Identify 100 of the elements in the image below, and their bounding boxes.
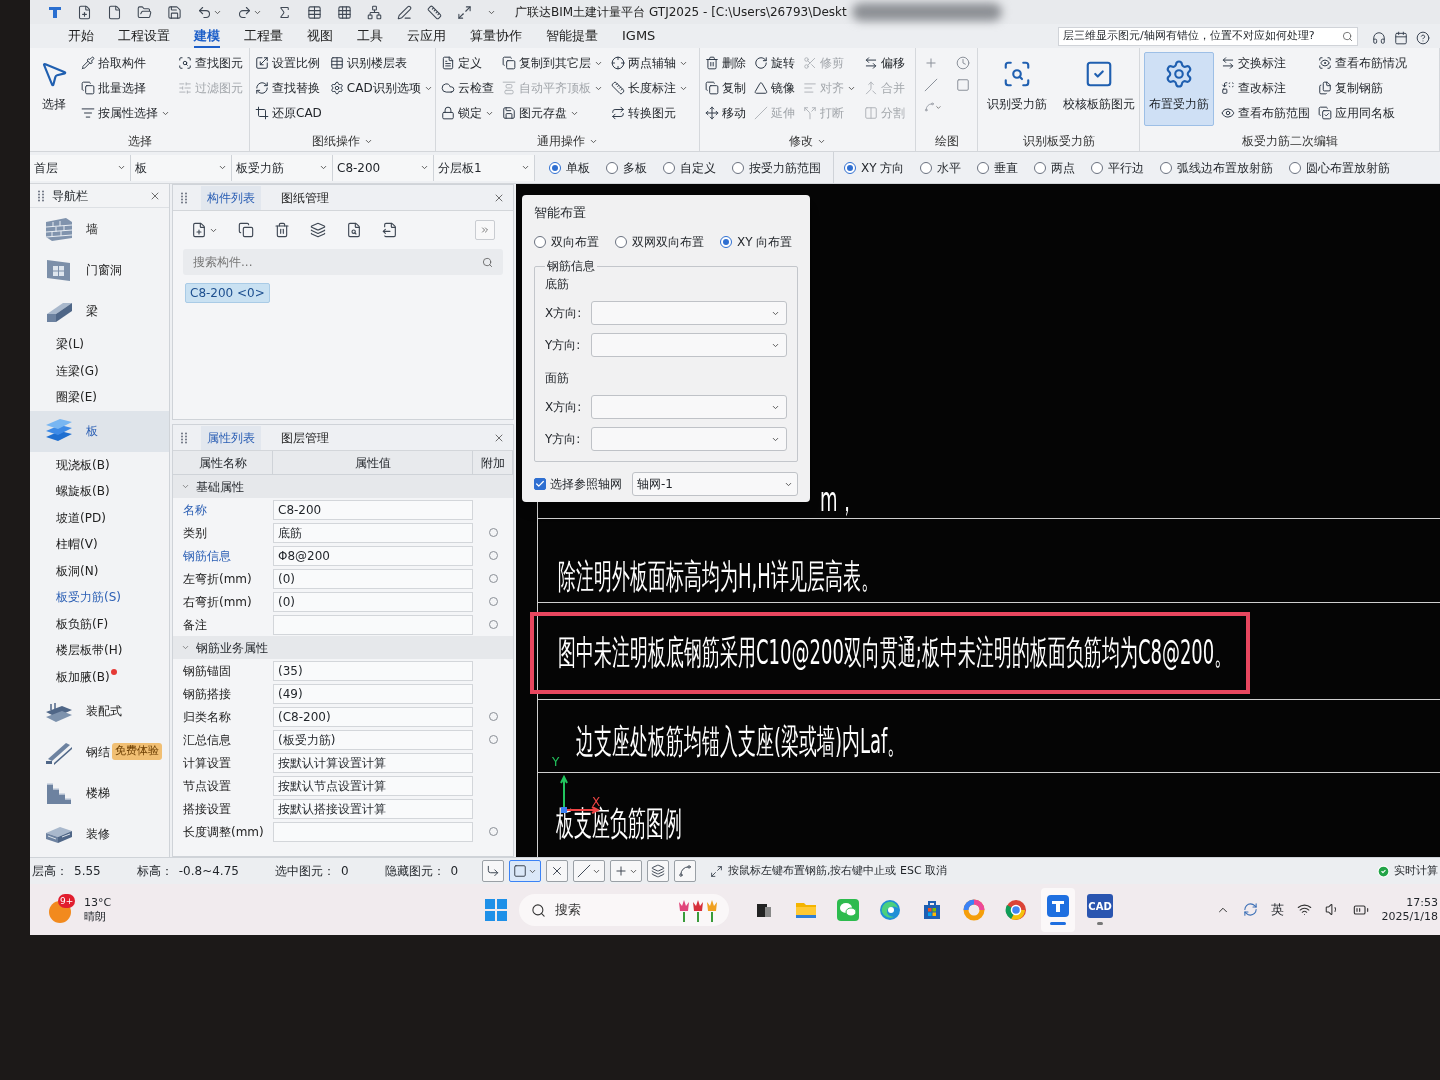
ribbon-button[interactable]: 交换标注 bbox=[1220, 52, 1311, 74]
nav-category[interactable]: 梁 bbox=[30, 290, 169, 331]
menu-tab[interactable]: 工具 bbox=[357, 26, 383, 48]
folder-icon[interactable] bbox=[137, 4, 152, 20]
diagonal-arrows-icon[interactable] bbox=[457, 4, 472, 20]
app-logo-icon[interactable] bbox=[48, 5, 62, 19]
dropdown-field[interactable]: 轴网-1 bbox=[632, 472, 798, 496]
save-icon[interactable] bbox=[167, 4, 182, 20]
panel-tab[interactable]: 构件列表 bbox=[201, 185, 261, 210]
drawing-mode-button[interactable] bbox=[482, 860, 504, 882]
property-value-field[interactable]: (C8-200) bbox=[273, 706, 473, 727]
ribbon-button[interactable]: 两点辅轴 bbox=[610, 52, 689, 74]
file-export-icon[interactable] bbox=[382, 222, 398, 238]
ribbon-button[interactable]: 云检查 bbox=[440, 77, 495, 99]
dropdown-field[interactable] bbox=[591, 427, 787, 451]
drawing-mode-button[interactable] bbox=[647, 860, 669, 882]
property-value-field[interactable]: 按默认计算设置计算 bbox=[273, 752, 473, 773]
ribbon-large-button[interactable]: 校核板筋图元 bbox=[1058, 52, 1140, 126]
ribbon-button[interactable]: 长度标注 bbox=[610, 77, 689, 99]
nav-item[interactable]: 板洞(N) bbox=[30, 557, 169, 584]
property-value-field[interactable] bbox=[273, 821, 473, 842]
property-value-field[interactable]: (板受力筋) bbox=[273, 729, 473, 750]
menu-tab[interactable]: IGMS bbox=[622, 26, 656, 48]
menu-tab[interactable]: 智能提量 bbox=[546, 26, 598, 48]
layers-icon[interactable] bbox=[310, 222, 326, 238]
ribbon-button[interactable]: 复制到其它层 bbox=[501, 52, 604, 74]
ruler-icon[interactable] bbox=[427, 4, 442, 20]
ribbon-button[interactable]: 查改标注 bbox=[1220, 77, 1311, 99]
ribbon-button[interactable]: 应用同名板 bbox=[1317, 102, 1408, 124]
search-field[interactable]: 搜索构件... bbox=[183, 249, 503, 275]
panel-tab[interactable]: 属性列表 bbox=[201, 425, 261, 450]
nav-category[interactable]: 门窗洞 bbox=[30, 249, 169, 290]
new-file-icon[interactable] bbox=[191, 222, 207, 238]
drawing-mode-button[interactable] bbox=[509, 860, 541, 882]
dropdown[interactable]: C8-200 bbox=[333, 154, 434, 181]
grid-icon[interactable] bbox=[337, 4, 352, 20]
ribbon-button[interactable]: 查找替换 bbox=[254, 77, 323, 99]
table-icon[interactable] bbox=[307, 4, 322, 20]
ribbon-button[interactable]: 锁定 bbox=[440, 102, 495, 124]
radio-button[interactable]: 圆心布置放射筋 bbox=[1289, 158, 1391, 177]
property-value-field[interactable]: Φ8@200 bbox=[273, 545, 473, 566]
radio-button[interactable]: 双向布置 bbox=[534, 233, 599, 251]
input-method-indicator[interactable]: 英 bbox=[1270, 899, 1284, 920]
line-icon[interactable] bbox=[924, 78, 938, 92]
ribbon-button[interactable]: 镜像 bbox=[753, 77, 796, 99]
nav-category[interactable]: 装修 bbox=[30, 813, 169, 854]
drag-handle-icon[interactable] bbox=[181, 191, 187, 204]
radio-button[interactable]: 按受力筋范围 bbox=[732, 158, 821, 177]
nav-category[interactable]: 装配式 bbox=[30, 690, 169, 731]
file-icon[interactable] bbox=[107, 4, 122, 20]
help-search-field[interactable]: 层三维显示图元/轴网有错位，位置不对应如何处理? bbox=[1058, 27, 1358, 46]
ribbon-button[interactable]: 拾取构件 bbox=[80, 52, 171, 74]
property-value-field[interactable]: 按默认节点设置计算 bbox=[273, 775, 473, 796]
dropdown-field[interactable] bbox=[591, 333, 787, 357]
ribbon-button[interactable]: 复制 bbox=[704, 77, 747, 99]
drawing-mode-button[interactable] bbox=[674, 860, 696, 882]
sync-icon[interactable] bbox=[1242, 902, 1258, 917]
nav-category[interactable]: 板 bbox=[30, 410, 169, 452]
checkbox[interactable]: 选择参照轴网 bbox=[534, 475, 622, 493]
nav-item[interactable]: 梁(L) bbox=[30, 331, 169, 358]
radio-button[interactable]: 平行边 bbox=[1091, 158, 1145, 177]
drawing-mode-button[interactable] bbox=[573, 860, 605, 882]
ribbon-button[interactable]: 批量选择 bbox=[80, 77, 171, 99]
property-value-field[interactable]: 按默认搭接设置计算 bbox=[273, 798, 473, 819]
property-value-field[interactable] bbox=[273, 614, 473, 635]
nav-item[interactable]: 圈梁(E) bbox=[30, 384, 169, 411]
dropdown-field[interactable] bbox=[591, 301, 787, 325]
ribbon-button[interactable]: CAD识别选项 bbox=[328, 77, 434, 99]
radio-button[interactable]: 单板 bbox=[549, 158, 590, 177]
property-value-field[interactable]: (0) bbox=[273, 591, 473, 612]
ribbon-button[interactable]: 图元存盘 bbox=[501, 102, 604, 124]
nav-item[interactable]: 板负筋(F) bbox=[30, 610, 169, 637]
dropdown[interactable]: 板 bbox=[131, 154, 232, 181]
ribbon-button[interactable]: 查看布筋情况 bbox=[1317, 52, 1408, 74]
drag-handle-icon[interactable] bbox=[181, 431, 187, 444]
component-item[interactable]: C8-200 <0> bbox=[185, 283, 270, 303]
ribbon-large-button[interactable]: 选择 bbox=[34, 52, 74, 126]
radio-button[interactable]: 双网双向布置 bbox=[615, 233, 704, 251]
nav-item[interactable]: 螺旋板(B) bbox=[30, 478, 169, 505]
ribbon-button[interactable]: 旋转 bbox=[753, 52, 796, 74]
property-group-header[interactable]: 基础属性 bbox=[173, 475, 513, 498]
radio-button[interactable]: 垂直 bbox=[977, 158, 1019, 177]
ribbon-large-button[interactable]: 识别受力筋 bbox=[982, 52, 1052, 126]
ribbon-button[interactable]: 转换图元 bbox=[610, 102, 689, 124]
menu-tab[interactable]: 开始 bbox=[68, 26, 94, 48]
nav-category[interactable]: 钢结 免费体验 bbox=[30, 731, 169, 772]
nav-item[interactable]: 楼层板带(H) bbox=[30, 637, 169, 664]
menu-tab[interactable]: 云应用 bbox=[407, 26, 446, 48]
dropdown[interactable]: 首层 bbox=[30, 154, 131, 181]
ribbon-button[interactable]: 定义 bbox=[440, 52, 495, 74]
menu-tab[interactable]: 工程量 bbox=[244, 26, 283, 48]
dropdown[interactable]: 分层板1 bbox=[434, 154, 535, 181]
nav-item[interactable]: 现浇板(B) bbox=[30, 451, 169, 478]
pen-icon[interactable] bbox=[397, 4, 412, 20]
network-icon[interactable] bbox=[367, 4, 382, 20]
calendar-icon[interactable] bbox=[1394, 31, 1408, 45]
ribbon-button[interactable]: 识别楼层表 bbox=[328, 52, 434, 74]
wifi-icon[interactable] bbox=[1296, 902, 1312, 917]
radio-button[interactable]: 水平 bbox=[920, 158, 962, 177]
nav-category[interactable]: 楼梯 bbox=[30, 772, 169, 813]
